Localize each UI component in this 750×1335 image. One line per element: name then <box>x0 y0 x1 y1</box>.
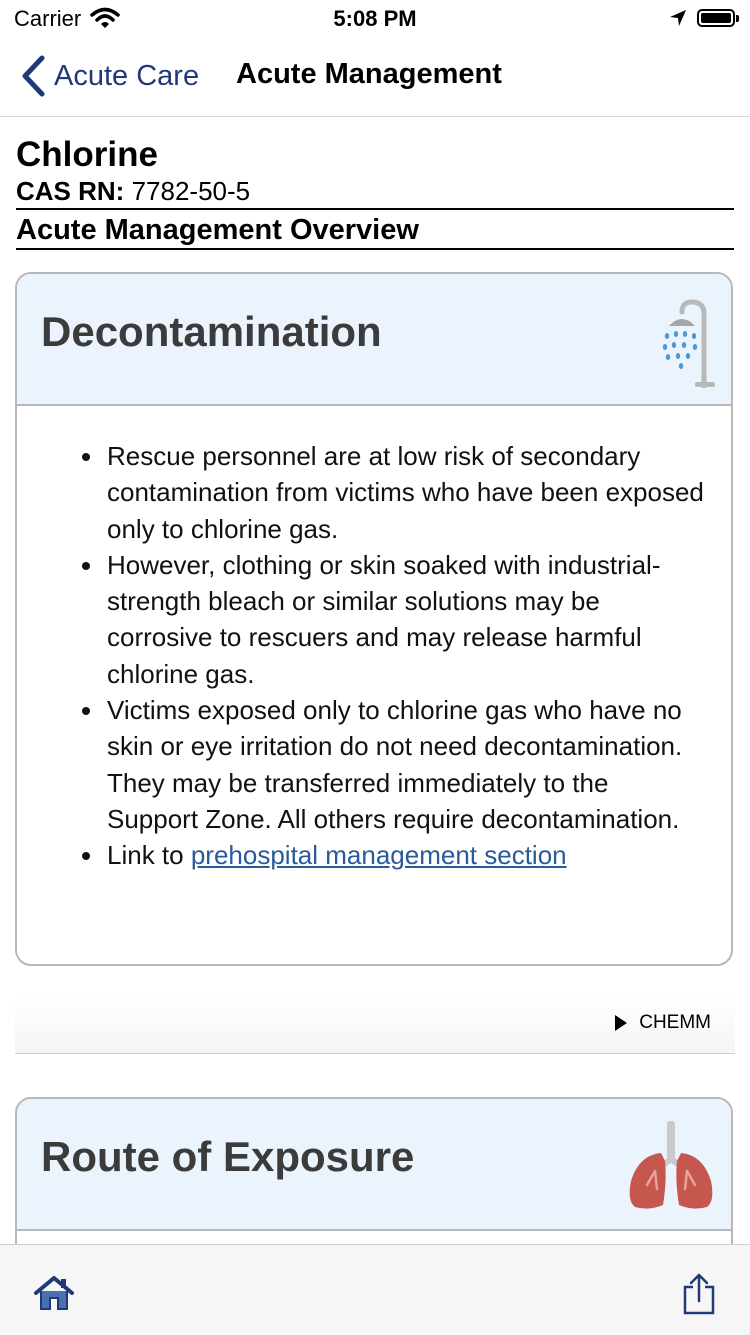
bottom-toolbar <box>0 1244 750 1335</box>
home-icon[interactable] <box>34 1275 74 1311</box>
back-button[interactable]: Acute Care <box>20 54 199 98</box>
chemical-name: Chlorine <box>16 135 158 174</box>
chevron-left-icon <box>22 55 45 97</box>
section-title: Acute Management Overview <box>16 210 734 250</box>
card-body: Rescue personnel are at low risk of seco… <box>17 406 731 874</box>
list-item: However, clothing or skin soaked with in… <box>105 547 705 692</box>
card-header[interactable]: Route of Exposure <box>17 1099 731 1231</box>
disclosure-triangle-icon <box>615 1015 628 1031</box>
source-toggle[interactable]: CHEMM <box>615 1012 711 1034</box>
lungs-icon <box>629 1121 713 1209</box>
shower-icon <box>662 299 715 388</box>
prehospital-management-link[interactable]: prehospital management section <box>191 840 567 870</box>
clock: 5:08 PM <box>333 6 417 31</box>
chemical-header: Chlorine CAS RN: 7782-50-5 Acute Managem… <box>16 134 734 250</box>
list-item: Link to prehospital management section <box>105 837 705 873</box>
card-header[interactable]: Decontamination <box>17 274 731 406</box>
cas-label: CAS RN: <box>16 176 125 206</box>
share-icon[interactable] <box>682 1273 716 1315</box>
navigation-bar: Acute Care Acute Management <box>0 40 750 117</box>
battery-nub <box>736 15 739 22</box>
card-title: Decontamination <box>41 308 382 355</box>
cas-number: CAS RN: 7782-50-5 <box>16 176 734 210</box>
list-item: Victims exposed only to chlorine gas who… <box>105 692 705 837</box>
nav-title: Acute Management <box>236 58 502 90</box>
cas-value: 7782-50-5 <box>131 176 251 206</box>
location-arrow-icon <box>670 10 686 26</box>
back-button-label: Acute Care <box>54 59 200 92</box>
card-title: Route of Exposure <box>41 1133 415 1180</box>
decontamination-card: Decontamination Rescue personn <box>15 272 733 966</box>
status-bar: Carrier 5:08 PM <box>0 0 750 40</box>
list-item: Rescue personnel are at low risk of seco… <box>105 438 705 547</box>
battery-icon <box>697 9 735 27</box>
bullet-list: Rescue personnel are at low risk of seco… <box>67 438 705 874</box>
source-row: CHEMM <box>15 996 735 1054</box>
source-label: CHEMM <box>639 1012 711 1033</box>
link-prefix: Link to <box>107 840 191 871</box>
